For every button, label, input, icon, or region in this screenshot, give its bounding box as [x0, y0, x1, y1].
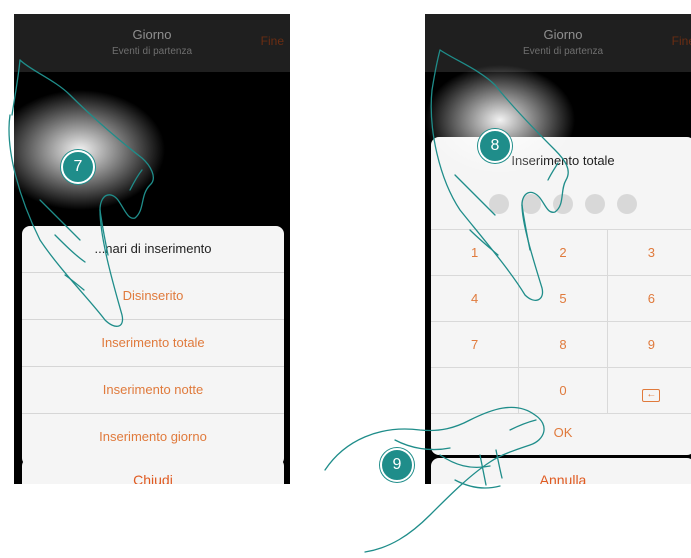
key-0[interactable]: 0: [519, 368, 608, 413]
key-2[interactable]: 2: [519, 230, 608, 275]
phone-screen-left: Giorno Eventi di partenza Fine ...nari d…: [14, 14, 290, 484]
screen-title: Giorno: [543, 27, 583, 42]
top-bar: Giorno Eventi di partenza Fine: [14, 14, 290, 72]
ok-button[interactable]: OK: [431, 411, 691, 455]
key-4[interactable]: 4: [431, 276, 520, 321]
key-1[interactable]: 1: [431, 230, 520, 275]
screen-subtitle: Eventi di partenza: [522, 46, 604, 57]
pin-indicator: [431, 194, 691, 219]
option-inserimento-notte[interactable]: Inserimento notte: [22, 367, 284, 414]
pin-dot: [553, 194, 573, 214]
pin-dot: [617, 194, 637, 214]
phone-screen-right: Giorno Eventi di partenza Fine Inserimen…: [425, 14, 691, 484]
pin-dot: [585, 194, 605, 214]
screen-subtitle: Eventi di partenza: [111, 46, 193, 57]
pin-dot: [521, 194, 541, 214]
fine-button[interactable]: Fine: [672, 34, 691, 48]
option-inserimento-totale[interactable]: Inserimento totale: [22, 320, 284, 367]
key-8[interactable]: 8: [519, 322, 608, 367]
fine-button[interactable]: Fine: [261, 34, 284, 48]
backspace-key[interactable]: ←: [608, 368, 691, 413]
panel-title: Inserimento totale: [511, 153, 615, 168]
key-6[interactable]: 6: [608, 276, 691, 321]
key-7[interactable]: 7: [431, 322, 520, 367]
step-badge-7: 7: [61, 150, 95, 184]
cancel-button[interactable]: Annulla: [431, 458, 691, 484]
key-3[interactable]: 3: [608, 230, 691, 275]
step-badge-8: 8: [478, 129, 512, 163]
numeric-keypad: 1 2 3 4 5 6 7 8 9 0 ←: [431, 229, 691, 414]
top-bar: Giorno Eventi di partenza Fine: [425, 14, 691, 72]
key-5[interactable]: 5: [519, 276, 608, 321]
pin-entry-panel: Inserimento totale 1 2 3 4 5 6 7 8 9 0 ←…: [431, 137, 691, 455]
backspace-icon: ←: [642, 389, 661, 402]
screen-title: Giorno: [132, 27, 172, 42]
pin-dot: [489, 194, 509, 214]
close-button[interactable]: Chiudi: [22, 458, 284, 484]
option-inserimento-giorno[interactable]: Inserimento giorno: [22, 414, 284, 460]
key-9[interactable]: 9: [608, 322, 691, 367]
action-sheet: ...nari di inserimento Disinserito Inser…: [22, 226, 284, 466]
step-badge-9: 9: [380, 448, 414, 482]
sheet-title: ...nari di inserimento: [22, 226, 284, 273]
option-disinserito[interactable]: Disinserito: [22, 273, 284, 320]
key-empty: [431, 368, 520, 413]
